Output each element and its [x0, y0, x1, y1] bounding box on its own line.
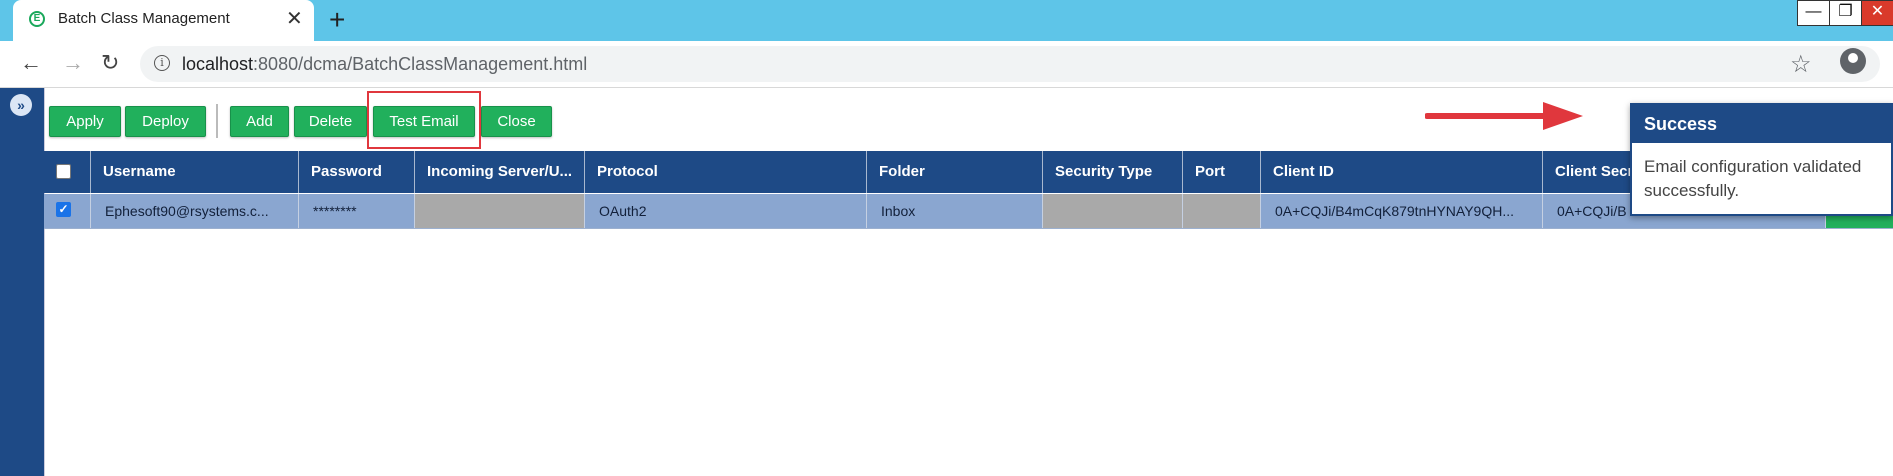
column-header-incoming-server[interactable]: Incoming Server/U... — [415, 151, 585, 193]
success-toast: Success Email configuration validated su… — [1630, 103, 1893, 216]
apply-button[interactable]: Apply — [49, 106, 121, 137]
left-sidebar: » — [0, 88, 45, 476]
column-header-folder[interactable]: Folder — [867, 151, 1043, 193]
column-header-security-type[interactable]: Security Type — [1043, 151, 1183, 193]
tab-title: Batch Class Management — [58, 10, 230, 27]
table-row[interactable]: ✓ Ephesoft90@rsystems.c... ******** OAut… — [44, 194, 1893, 229]
deploy-button[interactable]: Deploy — [125, 106, 206, 137]
expand-sidebar-icon[interactable]: » — [10, 94, 32, 116]
reload-icon[interactable]: ↻ — [101, 50, 119, 76]
site-info-icon[interactable]: i — [154, 55, 170, 71]
minimize-icon[interactable]: — — [1797, 0, 1830, 26]
toast-title: Success — [1632, 105, 1891, 143]
cell-client-id[interactable]: 0A+CQJi/B4mCqK879tnHYNAY9QH... — [1261, 194, 1543, 228]
row-checkbox[interactable]: ✓ — [56, 202, 71, 217]
cell-port[interactable] — [1183, 194, 1261, 228]
ephesoft-favicon-icon: E — [29, 11, 45, 27]
url-path: :8080/dcma/BatchClassManagement.html — [253, 54, 588, 74]
restore-icon[interactable]: ❐ — [1829, 0, 1862, 26]
cell-security-type[interactable] — [1043, 194, 1183, 228]
cell-incoming-server[interactable] — [415, 194, 585, 228]
table-header: Username Password Incoming Server/U... P… — [44, 151, 1893, 193]
window-close-icon[interactable]: ✕ — [1861, 0, 1893, 26]
column-header-protocol[interactable]: Protocol — [585, 151, 867, 193]
tab-close-icon[interactable]: ✕ — [286, 6, 303, 31]
cell-protocol[interactable]: OAuth2 — [585, 194, 867, 228]
browser-tab[interactable]: E Batch Class Management ✕ — [13, 0, 314, 41]
test-email-highlight-box — [367, 91, 481, 149]
annotation-arrow-icon — [1425, 102, 1583, 130]
column-header-username[interactable]: Username — [91, 151, 299, 193]
forward-icon[interactable]: → — [62, 50, 84, 76]
cell-username[interactable]: Ephesoft90@rsystems.c... — [91, 194, 299, 228]
column-header-client-id[interactable]: Client ID — [1261, 151, 1543, 193]
row-select-cell: ✓ — [44, 194, 91, 228]
new-tab-icon[interactable]: + — [329, 4, 345, 36]
column-header-port[interactable]: Port — [1183, 151, 1261, 193]
address-bar[interactable]: i localhost:8080/dcma/BatchClassManageme… — [140, 46, 1880, 82]
url-host: localhost — [182, 54, 254, 74]
profile-avatar-icon[interactable] — [1840, 48, 1866, 74]
select-all-cell — [44, 151, 91, 193]
browser-tabstrip: E Batch Class Management ✕ + — ❐ ✕ — [0, 0, 1893, 41]
add-button[interactable]: Add — [230, 106, 289, 137]
delete-button[interactable]: Delete — [294, 106, 367, 137]
close-button[interactable]: Close — [481, 106, 552, 137]
toast-message: Email configuration validated successful… — [1644, 157, 1862, 200]
toolbar-separator — [216, 104, 218, 138]
bookmark-star-icon[interactable]: ☆ — [1790, 50, 1812, 79]
cell-folder[interactable]: Inbox — [867, 194, 1043, 228]
back-icon[interactable]: ← — [20, 50, 42, 76]
cell-password[interactable]: ******** — [299, 194, 415, 228]
column-header-password[interactable]: Password — [299, 151, 415, 193]
select-all-checkbox[interactable] — [56, 164, 71, 179]
url-text[interactable]: localhost:8080/dcma/BatchClassManagement… — [182, 54, 587, 75]
browser-toolbar: ← → ↻ i localhost:8080/dcma/BatchClassMa… — [0, 41, 1893, 88]
